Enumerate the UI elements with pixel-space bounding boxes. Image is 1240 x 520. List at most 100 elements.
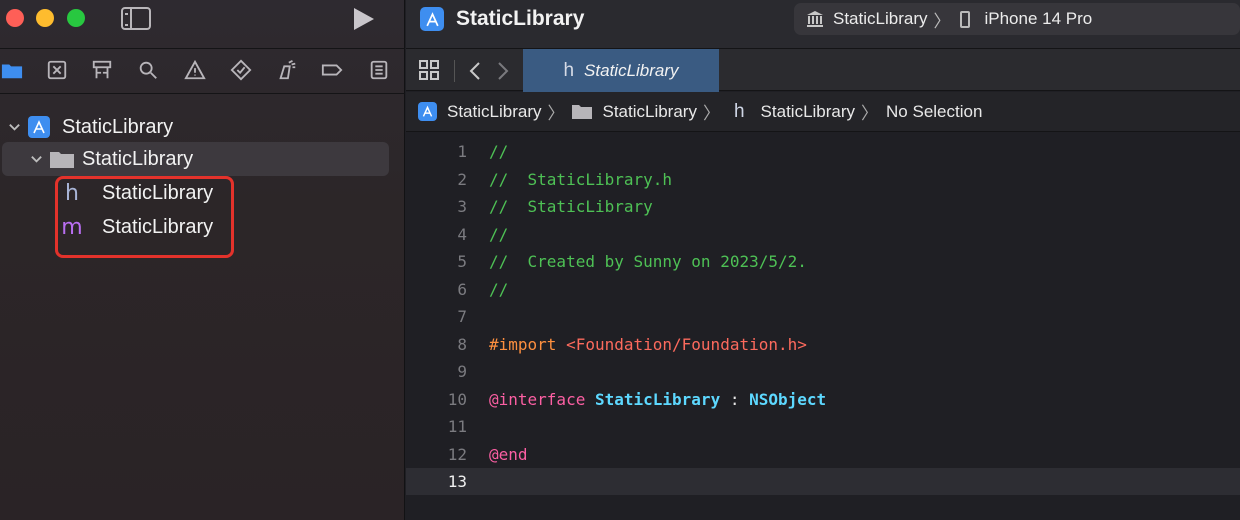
line-number: 5 xyxy=(457,252,467,271)
folder-label: StaticLibrary xyxy=(82,147,194,170)
code-token-comment: // StaticLibrary xyxy=(489,197,653,216)
jump-bar-file[interactable]: StaticLibrary xyxy=(761,102,855,122)
code-line[interactable]: 5 // Created by Sunny on 2023/5/2. xyxy=(406,248,1240,275)
code-line[interactable]: 13 xyxy=(406,468,1240,495)
window-title: StaticLibrary xyxy=(456,7,585,30)
code-text: // xyxy=(489,142,508,161)
test-icon[interactable] xyxy=(229,58,253,82)
sidebar-icon[interactable] xyxy=(121,7,151,30)
folder-icon xyxy=(50,152,74,168)
scheme-icon xyxy=(807,11,823,27)
code-line[interactable]: 3 // StaticLibrary xyxy=(406,193,1240,220)
code-line[interactable]: 11 xyxy=(406,413,1240,440)
folder-icon[interactable] xyxy=(0,58,24,82)
chevron-right-icon: 〉 xyxy=(547,104,565,123)
project-icon xyxy=(418,102,437,121)
jump-bar-folder[interactable]: StaticLibrary xyxy=(602,102,696,122)
code-token-comment: // xyxy=(489,280,509,299)
line-number: 13 xyxy=(447,472,467,491)
code-token-comment: // Created by Sunny on 2023/5/2. xyxy=(489,252,807,271)
code-text: #import <Foundation/Foundation.h> xyxy=(489,335,807,354)
chevron-right-icon: 〉 xyxy=(861,104,879,123)
search-icon[interactable] xyxy=(136,58,160,82)
line-number: 6 xyxy=(457,280,467,299)
navigator-sidebar: StaticLibrary StaticLibrary h StaticLibr… xyxy=(0,0,405,520)
forward-arrow-icon[interactable] xyxy=(494,60,512,82)
breakpoint-icon[interactable] xyxy=(320,58,344,82)
line-number: 11 xyxy=(447,417,467,436)
header-file-icon: h xyxy=(733,100,745,122)
header-file-icon: h xyxy=(563,59,575,81)
toolbar-divider xyxy=(454,60,455,82)
tree-row-project[interactable]: StaticLibrary xyxy=(6,110,401,144)
annotation-highlight-box xyxy=(55,176,234,258)
code-line[interactable]: 6 // xyxy=(406,276,1240,303)
folder-icon xyxy=(572,105,593,119)
source-control-icon[interactable] xyxy=(45,58,69,82)
symbol-icon[interactable] xyxy=(90,58,114,82)
tree-row-folder[interactable]: StaticLibrary xyxy=(2,142,389,176)
code-token-keyword: @interface xyxy=(489,390,586,409)
code-token-string: <Foundation/Foundation.h> xyxy=(566,335,807,354)
minimize-window-button[interactable] xyxy=(36,9,54,27)
chevron-down-icon[interactable] xyxy=(28,151,44,167)
warning-icon[interactable] xyxy=(183,58,207,82)
close-window-button[interactable] xyxy=(6,9,24,27)
line-number: 7 xyxy=(457,307,467,326)
editor-area: StaticLibrary StaticLibrary 〉 iPhone 14 … xyxy=(406,0,1240,520)
code-line[interactable]: 10 @interface StaticLibrary : NSObject xyxy=(406,386,1240,413)
code-line[interactable]: 12 @end xyxy=(406,441,1240,468)
chevron-down-icon[interactable] xyxy=(6,119,22,135)
tab-bar: h StaticLibrary xyxy=(406,48,1240,92)
code-line[interactable]: 8 #import <Foundation/Foundation.h> xyxy=(406,331,1240,358)
code-token-plain: : xyxy=(720,390,750,409)
jump-bar-project[interactable]: StaticLibrary xyxy=(447,102,541,122)
project-label: StaticLibrary xyxy=(62,115,174,138)
code-line[interactable]: 4 // xyxy=(406,221,1240,248)
code-text: // xyxy=(489,280,508,299)
project-icon xyxy=(28,116,50,138)
tab-label: StaticLibrary xyxy=(584,60,679,80)
line-number: 10 xyxy=(447,390,467,409)
zoom-window-button[interactable] xyxy=(67,9,85,27)
code-line[interactable]: 9 xyxy=(406,358,1240,385)
scheme-selector[interactable]: StaticLibrary 〉 iPhone 14 Pro xyxy=(794,3,1240,35)
code-token-type: NSObject xyxy=(749,390,827,409)
line-number: 4 xyxy=(457,225,467,244)
code-token-comment: // StaticLibrary.h xyxy=(489,170,673,189)
line-number: 1 xyxy=(457,142,467,161)
line-number: 3 xyxy=(457,197,467,216)
chevron-right-icon: 〉 xyxy=(702,104,720,123)
line-number: 12 xyxy=(447,445,467,464)
phone-icon xyxy=(960,10,971,28)
grid-icon[interactable] xyxy=(419,60,440,81)
code-text: // StaticLibrary.h xyxy=(489,170,672,189)
code-token-preproc: #import xyxy=(489,335,567,354)
code-line[interactable]: 2 // StaticLibrary.h xyxy=(406,166,1240,193)
code-text: // StaticLibrary xyxy=(489,197,653,216)
back-arrow-icon[interactable] xyxy=(466,60,484,82)
device-label: iPhone 14 Pro xyxy=(984,9,1093,28)
project-icon xyxy=(420,7,444,31)
code-text: @end xyxy=(489,445,528,464)
code-line[interactable]: 7 xyxy=(406,303,1240,330)
code-text: // Created by Sunny on 2023/5/2. xyxy=(489,252,807,271)
code-token-type: StaticLibrary xyxy=(594,390,721,409)
code-token-comment: // xyxy=(489,225,509,244)
code-text: // xyxy=(489,225,508,244)
line-number: 8 xyxy=(457,335,467,354)
scheme-label: StaticLibrary xyxy=(833,9,928,28)
report-icon[interactable] xyxy=(367,58,391,82)
line-number: 9 xyxy=(457,362,467,381)
code-text: @interface StaticLibrary : NSObject xyxy=(489,390,826,409)
jump-bar: StaticLibrary 〉 StaticLibrary 〉 h Static… xyxy=(406,92,1240,132)
window-titlebar: StaticLibrary StaticLibrary 〉 iPhone 14 … xyxy=(406,0,1240,48)
code-token-keyword: @end xyxy=(489,445,528,464)
jump-bar-selection[interactable]: No Selection xyxy=(886,102,982,122)
line-number: 2 xyxy=(457,170,467,189)
debug-icon[interactable] xyxy=(275,58,299,82)
play-icon[interactable] xyxy=(354,8,374,30)
tab-static-library-h[interactable]: h StaticLibrary xyxy=(523,49,719,92)
code-line[interactable]: 1 // xyxy=(406,138,1240,165)
